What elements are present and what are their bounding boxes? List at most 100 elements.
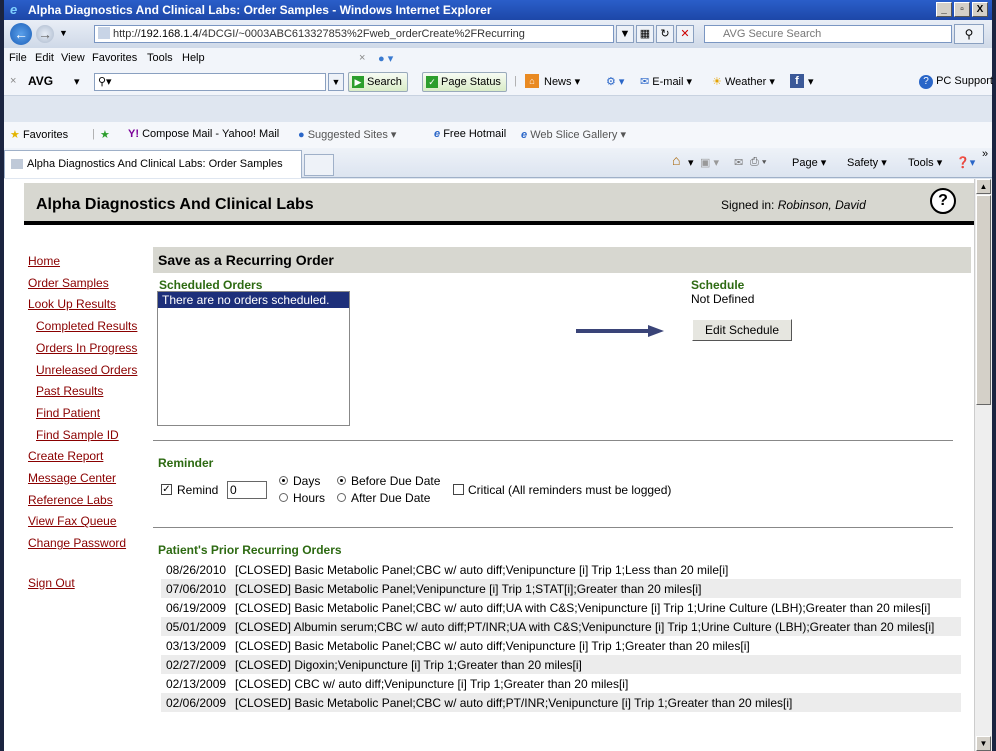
fav-item-hotmail[interactable]: e Free Hotmail: [434, 128, 506, 140]
avg-search-dropdown-icon[interactable]: ▼: [328, 73, 344, 91]
stop-icon[interactable]: ✕: [676, 25, 694, 43]
main-content: Save as a Recurring Order Scheduled Orde…: [153, 247, 971, 712]
sidebar-item-home[interactable]: Home: [28, 251, 153, 273]
print-icon[interactable]: ⎙ ▾: [750, 156, 766, 169]
help-menu-icon[interactable]: ❓▾: [956, 156, 975, 169]
menu-favorites[interactable]: Favorites: [92, 52, 137, 64]
sidebar-item-change-password[interactable]: Change Password: [28, 533, 153, 555]
signed-in-prefix: Signed in:: [721, 198, 775, 212]
feeds-icon[interactable]: ▣ ▾: [700, 156, 719, 169]
email-label: E-mail: [652, 76, 684, 88]
weather-button[interactable]: ☀ Weather ▾: [712, 75, 775, 88]
history-dropdown-icon[interactable]: ▼: [59, 28, 68, 38]
favorites-bar: ★ Favorites | ★ Y! Compose Mail - Yahoo!…: [4, 122, 992, 148]
add-favorite-icon[interactable]: ★: [100, 128, 110, 141]
list-item: 02/13/2009 [CLOSED] CBC w/ auto diff;Veni…: [161, 674, 961, 693]
fav-item-yahoo[interactable]: Y! Compose Mail - Yahoo! Mail: [128, 128, 279, 140]
sidebar-item-past-results[interactable]: Past Results: [28, 381, 153, 403]
menu-view[interactable]: View: [61, 52, 85, 64]
edit-schedule-button[interactable]: Edit Schedule: [692, 319, 792, 341]
tabs-row: Alpha Diagnostics And Clinical Labs: Ord…: [4, 148, 992, 178]
tools-icon[interactable]: ⚙ ▾: [606, 75, 624, 88]
close-button[interactable]: X: [972, 2, 988, 17]
menu-file[interactable]: File: [9, 52, 27, 64]
order-text: [CLOSED] Basic Metabolic Panel;CBC w/ au…: [235, 696, 793, 710]
sidebar-item-order-samples[interactable]: Order Samples: [28, 273, 153, 295]
scroll-up-icon[interactable]: ▲: [976, 179, 991, 194]
sidebar-item-create-report[interactable]: Create Report: [28, 446, 153, 468]
before-due-radio[interactable]: [337, 476, 346, 485]
ie-page-icon: e: [521, 129, 528, 141]
avg-dropdown-icon[interactable]: ▾: [74, 75, 80, 88]
browser-window: e Alpha Diagnostics And Clinical Labs: O…: [4, 0, 993, 751]
days-radio[interactable]: [279, 476, 288, 485]
read-mail-icon[interactable]: ✉: [734, 156, 743, 169]
sidebar-item-unreleased-orders[interactable]: Unreleased Orders: [28, 360, 153, 382]
after-due-label: After Due Date: [351, 491, 431, 505]
avg-logo[interactable]: AVG: [28, 74, 53, 88]
back-button[interactable]: ←: [10, 23, 32, 45]
sidebar-item-completed-results[interactable]: Completed Results: [28, 316, 153, 338]
menu-tools[interactable]: Tools: [147, 52, 173, 64]
pc-support-button[interactable]: ? PC Support: [919, 75, 993, 89]
tools-menu[interactable]: Tools ▾: [908, 156, 942, 169]
menu-edit[interactable]: Edit: [35, 52, 54, 64]
close-toolbar-icon[interactable]: ×: [359, 52, 365, 64]
url-path: /4DCGI/~0003ABC613327853%2Fweb_orderCrea…: [198, 28, 525, 40]
page-menu[interactable]: Page ▾: [792, 156, 826, 169]
remind-checkbox[interactable]: ✓: [161, 484, 172, 495]
toolbar-options-icon[interactable]: ● ▾: [378, 52, 393, 65]
avg-search-button[interactable]: ▶ Search: [348, 72, 408, 92]
sidebar-item-message-center[interactable]: Message Center: [28, 468, 153, 490]
scroll-thumb[interactable]: [976, 195, 991, 405]
favorites-button[interactable]: ★ Favorites: [10, 128, 68, 141]
avg-search-label: Search: [367, 76, 402, 88]
list-item[interactable]: There are no orders scheduled.: [158, 292, 349, 308]
help-icon[interactable]: ?: [930, 188, 956, 214]
sidebar-item-find-patient[interactable]: Find Patient: [28, 403, 153, 425]
ie-page-icon: e: [434, 128, 441, 140]
sidebar-item-reference-labs[interactable]: Reference Labs: [28, 490, 153, 512]
vertical-scrollbar[interactable]: ▲ ▼: [974, 179, 992, 751]
search-input[interactable]: AVG Secure Search: [704, 25, 952, 43]
sidebar-item-look-up-results[interactable]: Look Up Results: [28, 294, 153, 316]
suggested-icon: ●: [298, 129, 305, 141]
critical-checkbox[interactable]: [453, 484, 464, 495]
new-tab-button[interactable]: [304, 154, 334, 176]
safety-menu[interactable]: Safety ▾: [847, 156, 887, 169]
refresh-icon[interactable]: ↻: [656, 25, 674, 43]
close-avg-icon[interactable]: ×: [10, 75, 16, 87]
favorites-label: Favorites: [22, 129, 69, 141]
address-dropdown-icon[interactable]: ▼: [616, 25, 634, 43]
remind-label: Remind: [177, 483, 219, 497]
compatibility-icon[interactable]: ▦: [636, 25, 654, 43]
menu-help[interactable]: Help: [182, 52, 205, 64]
forward-button[interactable]: →: [36, 25, 54, 43]
news-button[interactable]: News ▾: [544, 75, 580, 88]
tab-order-samples[interactable]: Alpha Diagnostics And Clinical Labs: Ord…: [4, 150, 302, 178]
minimize-button[interactable]: _: [936, 2, 952, 17]
email-button[interactable]: ✉ E-mail ▾: [640, 75, 692, 88]
fav-item-webslice[interactable]: e Web Slice Gallery ▾: [521, 128, 626, 141]
search-icon[interactable]: ⚲: [954, 24, 984, 44]
after-due-radio[interactable]: [337, 493, 346, 502]
avg-search-input[interactable]: ⚲▾: [94, 73, 326, 91]
home-icon[interactable]: ⌂: [672, 152, 680, 168]
hours-radio[interactable]: [279, 493, 288, 502]
page-status-label: Page Status: [441, 76, 501, 88]
scheduled-orders-list[interactable]: There are no orders scheduled.: [157, 291, 350, 426]
sidebar-item-sign-out[interactable]: Sign Out: [28, 573, 153, 595]
address-field[interactable]: http://192.168.1.4/4DCGI/~0003ABC6133278…: [94, 25, 614, 43]
facebook-dropdown-icon[interactable]: ▾: [808, 75, 814, 88]
page-status-button[interactable]: ✓ Page Status: [422, 72, 507, 92]
facebook-icon[interactable]: f: [790, 74, 804, 88]
sidebar-item-view-fax-queue[interactable]: View Fax Queue: [28, 511, 153, 533]
fav-item-suggested[interactable]: ● Suggested Sites ▾: [298, 128, 396, 141]
chevron-more-icon[interactable]: »: [982, 148, 988, 160]
sidebar-item-orders-in-progress[interactable]: Orders In Progress: [28, 338, 153, 360]
remind-quantity-input[interactable]: 0: [227, 481, 267, 499]
home-dropdown-icon[interactable]: ▾: [688, 156, 694, 169]
scroll-down-icon[interactable]: ▼: [976, 736, 991, 751]
sidebar-item-find-sample-id[interactable]: Find Sample ID: [28, 425, 153, 447]
restore-button[interactable]: ▫: [954, 2, 970, 17]
